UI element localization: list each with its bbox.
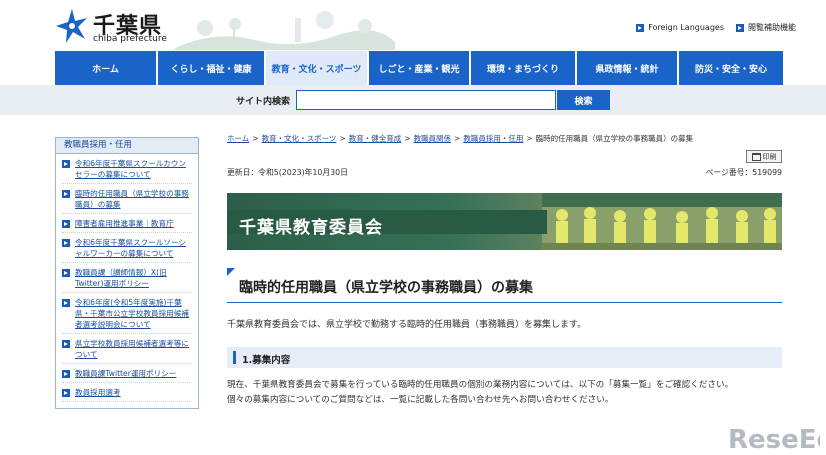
header-landscape-illustration (175, 11, 395, 50)
article-header: 臨時的任用職員（県立学校の事務職員）の募集 (227, 268, 782, 303)
sidebar-item-briefing-session[interactable]: 令和6年度(令和5年度実施)千葉県・千葉市公立学校教員採用候補者選考説明会につい… (62, 297, 192, 334)
breadcrumb: ホーム > 教育・文化・スポーツ > 教育・健全育成 > 教職員関係 > 教職員採用・任用 > 臨時… (227, 133, 782, 145)
nav-education[interactable]: 教育・文化・スポーツ (266, 51, 367, 85)
breadcrumb-separator: > (526, 134, 533, 143)
breadcrumb-education[interactable]: 教育・文化・スポーツ (262, 134, 337, 143)
sidebar-item-twitter-policy[interactable]: 教職員課Twitter運用ポリシー (62, 368, 192, 383)
sidebar-item-label: 令和6年度(令和5年度実施)千葉県・千葉市公立学校教員採用候補者選考説明会につい… (75, 298, 189, 329)
lead-paragraph: 千葉県教育委員会では、県立学校で勤務する臨時的任用職員（事務職員）を募集します。 (227, 320, 587, 330)
svg-text:ReseEd: ReseEd (728, 425, 820, 452)
breadcrumb-current: 臨時的任用職員（県立学校の事務職員）の募集 (535, 134, 694, 143)
arrow-icon (736, 23, 744, 32)
sidebar-item-teacher-exam[interactable]: 教員採用選考 (62, 387, 192, 402)
body-line: 現在、千葉県教育委員会で募集を行っている臨時的任用職員の個別の業務内容については… (227, 380, 734, 390)
site-header: 千葉県 chiba prefecture Foreign Languages 閲… (0, 0, 826, 50)
search-label: サイト内検索 (236, 97, 291, 107)
breadcrumb-separator: > (404, 134, 411, 143)
breadcrumb-home[interactable]: ホーム (227, 134, 249, 143)
nav-home[interactable]: ホーム (55, 51, 156, 85)
breadcrumb-separator: > (339, 134, 346, 143)
breadcrumb-separator: > (454, 134, 461, 143)
search-button[interactable]: 検索 (557, 90, 610, 110)
sidebar-item-temporary-staff[interactable]: 臨時的任用職員（県立学校の事務職員）の募集 (62, 188, 192, 214)
sidebar-item-disability-employment[interactable]: 障害者雇用推進事業｜教育庁 (62, 218, 192, 233)
sidebar-item-teacher-selection[interactable]: 県立学校教員採用候補者選考等について (62, 338, 192, 364)
print-button[interactable]: 印刷 (746, 150, 782, 163)
breadcrumb-staff[interactable]: 教職員関係 (414, 134, 452, 143)
arrow-icon (62, 340, 70, 348)
sidebar-item-school-counselor[interactable]: 令和6年度千葉県スクールカウンセラーの募集について (62, 158, 192, 184)
sidebar-heading: 教職員採用・任用 (56, 138, 198, 154)
sidebar-item-label: 令和6年度千葉県スクールソーシャルワーカーの募集について (75, 238, 186, 258)
sidebar-item-label: 教職員課（讃師情報）X(旧Twitter)運用ポリシー (75, 268, 167, 288)
sidebar-item-label: 教員採用選考 (75, 388, 121, 397)
arrow-icon (636, 23, 645, 32)
sidebar-item-label: 令和6年度千葉県スクールカウンセラーの募集について (75, 159, 186, 179)
section-title: 1.募集内容 (242, 355, 291, 366)
sidebar: 教職員採用・任用 令和6年度千葉県スクールカウンセラーの募集について 臨時的任用… (55, 137, 199, 409)
nav-work[interactable]: しごと・産業・観光 (369, 51, 469, 85)
chiba-logo[interactable]: 千葉県 chiba prefecture (55, 6, 195, 46)
section-heading: 1.募集内容 (227, 347, 782, 368)
sidebar-list: 令和6年度千葉県スクールカウンセラーの募集について 臨時的任用職員（県立学校の事… (56, 154, 198, 402)
sidebar-item-label: 県立学校教員採用候補者選考等について (75, 339, 189, 359)
breadcrumb-education-development[interactable]: 教育・健全育成 (349, 134, 402, 143)
sidebar-item-label: 臨時的任用職員（県立学校の事務職員）の募集 (75, 189, 189, 209)
page-number: ページ番号：519099 (705, 168, 782, 177)
nav-living[interactable]: くらし・福祉・健康 (158, 51, 264, 85)
arrow-icon (62, 389, 70, 397)
arrow-icon (62, 220, 70, 228)
foreign-languages-label: Foreign Languages (648, 23, 724, 32)
breadcrumb-recruitment[interactable]: 教職員採用・任用 (463, 134, 523, 143)
arrow-icon (62, 190, 70, 198)
arrow-icon (62, 269, 70, 277)
reseed-watermark-logo: ReseEd (728, 425, 820, 452)
nav-environment[interactable]: 環境・まちづくり (471, 51, 575, 85)
printer-icon (751, 152, 761, 161)
page-title: 臨時的任用職員（県立学校の事務職員）の募集 (239, 280, 533, 296)
sidebar-item-x-policy[interactable]: 教職員課（讃師情報）X(旧Twitter)運用ポリシー (62, 267, 192, 293)
students-photo (542, 193, 782, 250)
accessibility-link[interactable]: 閲覧補助機能 (736, 22, 796, 33)
logo-subtitle: chiba prefecture (93, 34, 167, 44)
sidebar-item-label: 教職員課Twitter運用ポリシー (75, 369, 177, 378)
body-line: 個々の募集内容についてのご質問などは、一覧に記載した各問い合わせ先へお問い合わせ… (227, 395, 614, 405)
main-content: ホーム > 教育・文化・スポーツ > 教育・健全育成 > 教職員関係 > 教職員採用・任用 > 臨時… (227, 133, 782, 455)
nav-government[interactable]: 県政情報・統計 (577, 51, 677, 85)
accessibility-label: 閲覧補助機能 (748, 23, 796, 32)
arrow-icon (62, 239, 70, 247)
breadcrumb-separator: > (252, 134, 259, 143)
page-meta: 更新日：令和5(2023)年10月30日 ページ番号：519099 (227, 167, 782, 179)
site-search-bar: サイト内検索 検索 (0, 85, 826, 115)
global-nav: ホーム くらし・福祉・健康 教育・文化・スポーツ しごと・産業・観光 環境・まち… (55, 51, 783, 85)
chiba-emblem-icon (56, 9, 87, 43)
board-of-education-banner: 千葉県教育委員会 (227, 193, 782, 250)
nav-safety[interactable]: 防災・安全・安心 (679, 51, 783, 85)
sidebar-item-label: 障害者雇用推進事業｜教育庁 (75, 219, 174, 228)
section-bar-mark (233, 351, 236, 364)
sidebar-item-social-worker[interactable]: 令和6年度千葉県スクールソーシャルワーカーの募集について (62, 237, 192, 263)
utility-links: Foreign Languages 閲覧補助機能 (636, 22, 796, 33)
arrow-icon (62, 370, 70, 378)
foreign-languages-link[interactable]: Foreign Languages (636, 22, 724, 33)
print-label: 印刷 (762, 152, 777, 161)
title-corner-mark (227, 268, 235, 276)
banner-title: 千葉県教育委員会 (239, 218, 383, 238)
updated-date: 更新日：令和5(2023)年10月30日 (227, 168, 348, 177)
section-body: 現在、千葉県教育委員会で募集を行っている臨時的任用職員の個別の業務内容については… (227, 378, 782, 408)
arrow-icon (62, 160, 70, 168)
arrow-icon (62, 299, 70, 307)
search-input[interactable] (296, 90, 556, 110)
